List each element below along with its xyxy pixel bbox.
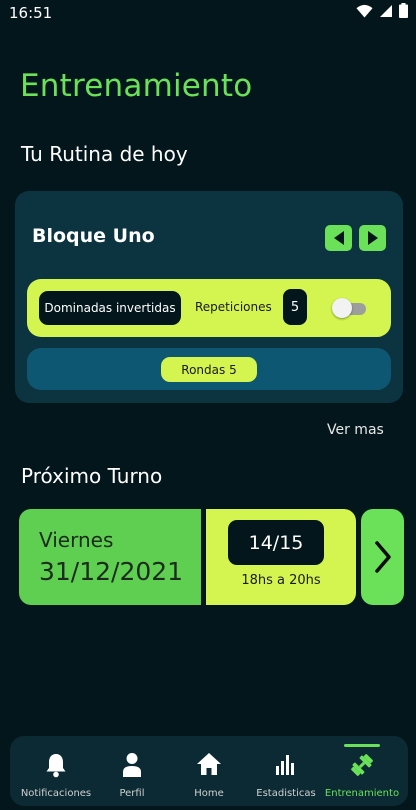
appointment-date: 31/12/2021 (39, 557, 184, 586)
appointment-date-card: Viernes 31/12/2021 (19, 509, 201, 605)
bar-chart-icon (276, 755, 294, 775)
toggle-thumb (332, 298, 352, 318)
dumbbell-icon (351, 754, 373, 776)
chevron-right-icon (374, 541, 391, 573)
home-icon (197, 753, 221, 775)
slot-count-badge: 14/15 (228, 520, 324, 565)
routine-section-title: Tu Rutina de hoy (21, 142, 188, 166)
status-bar: 16:51 (0, 0, 416, 26)
active-tab-indicator (344, 744, 380, 747)
battery-icon (399, 3, 408, 18)
rounds-badge[interactable]: Rondas 5 (161, 357, 257, 382)
triangle-left-icon (333, 231, 344, 245)
appointment-day: Viernes (39, 528, 114, 552)
next-appointment-section-title: Próximo Turno (21, 464, 163, 488)
person-icon (123, 753, 141, 777)
previous-block-button[interactable] (325, 225, 352, 251)
triangle-right-icon (367, 231, 378, 245)
exercise-done-toggle[interactable] (332, 298, 366, 318)
signal-icon (380, 4, 392, 17)
nav-item-entrenamiento[interactable]: Entrenamiento (322, 736, 402, 806)
appointment-slot-card: 14/15 18hs a 20hs (206, 509, 356, 605)
exercise-row: Dominadas invertidas Repeticiones 5 (27, 279, 391, 337)
block-name: Bloque Uno (32, 225, 155, 247)
reps-label: Repeticiones (195, 300, 272, 314)
page-title: Entrenamiento (20, 68, 253, 104)
nav-label-entrenamiento: Entrenamiento (324, 788, 400, 799)
appointment-hours: 18hs a 20hs (241, 573, 321, 588)
routine-card: Bloque Uno Dominadas invertidas Repetici… (15, 191, 403, 403)
see-more-link[interactable]: Ver mas (327, 422, 384, 438)
rounds-row: Rondas 5 (27, 348, 391, 390)
status-icons (356, 3, 408, 18)
bell-icon (46, 754, 66, 778)
bottom-navigation: Notificaciones Perfil Home Estadisticas … (10, 736, 408, 806)
next-appointment-button[interactable] (361, 509, 404, 605)
exercise-name: Dominadas invertidas (39, 291, 181, 325)
wifi-icon (356, 4, 373, 17)
reps-value: 5 (283, 289, 307, 325)
status-time: 16:51 (9, 4, 53, 22)
next-block-button[interactable] (359, 225, 386, 251)
